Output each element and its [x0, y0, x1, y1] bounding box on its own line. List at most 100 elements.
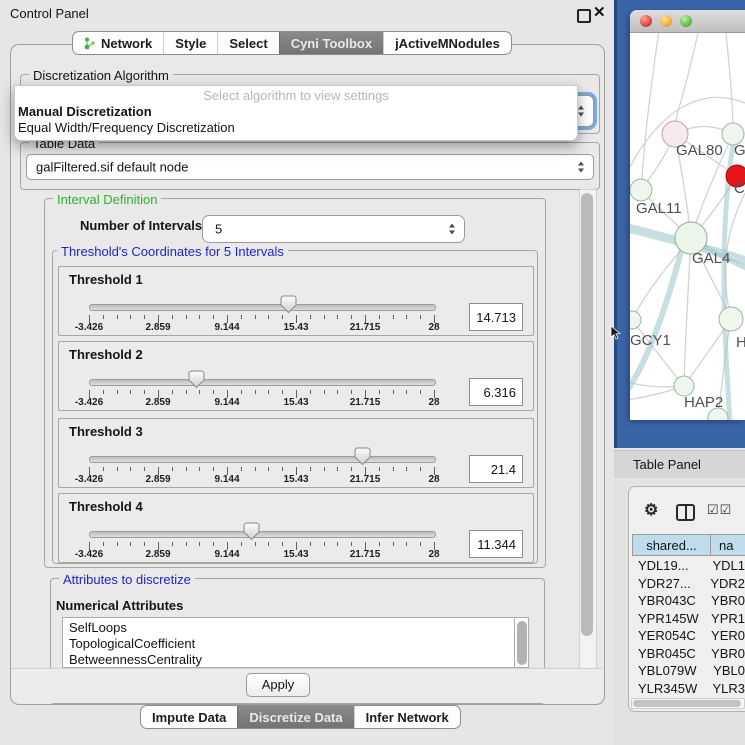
- slider-tick: [130, 542, 131, 546]
- attribute-item[interactable]: TopologicalCoefficient: [69, 636, 514, 652]
- node-h[interactable]: [719, 307, 743, 331]
- slider-handle[interactable]: [354, 447, 371, 466]
- attributes-scrollbar-thumb[interactable]: [517, 621, 527, 665]
- slider-tick: [199, 542, 200, 546]
- slider-tick: [186, 542, 187, 546]
- zoom-traffic-light-icon[interactable]: [680, 15, 692, 27]
- table-horizontal-scrollbar-thumb[interactable]: [633, 700, 741, 707]
- bottom-tab-bar: Impute Data Discretize Data Infer Network: [140, 705, 461, 729]
- tab-label: Discretize Data: [249, 710, 342, 725]
- cell-shared-name: YDR27...: [632, 576, 705, 591]
- apply-button[interactable]: Apply: [246, 673, 310, 697]
- network-canvas[interactable]: GAL80 G C GAL11 GAL4 GCY1 H HAP2: [630, 33, 745, 420]
- slider-tick: [103, 390, 104, 394]
- slider-tick-labels: -3.4262.8599.14415.4321.71528: [59, 397, 533, 408]
- tick-label: 28: [406, 322, 462, 333]
- tab-impute-data[interactable]: Impute Data: [141, 706, 237, 728]
- table-row[interactable]: YBL079WYBL0: [632, 662, 745, 680]
- threshold-value-field[interactable]: 11.344: [469, 530, 523, 558]
- table-row[interactable]: YDL19...YDL1: [632, 557, 745, 575]
- tick-label: 2.859: [130, 549, 186, 560]
- algorithm-popup: Select algorithm to view settings Manual…: [14, 85, 578, 141]
- tab-network[interactable]: Network: [73, 32, 163, 54]
- table-panel-title: Table Panel: [633, 457, 701, 472]
- network-window-titlebar[interactable]: [630, 10, 745, 33]
- slider-tick: [117, 315, 118, 319]
- slider-tick: [199, 467, 200, 471]
- tick-label: 2.859: [130, 322, 186, 333]
- threshold-3-panel: Threshold 3 -3.4262.8599.14415.4321.7152…: [58, 418, 534, 488]
- tab-discretize-data[interactable]: Discretize Data: [237, 706, 353, 728]
- threshold-value-field[interactable]: 21.4: [469, 455, 523, 483]
- slider-tick: [144, 315, 145, 319]
- table-row[interactable]: YLR345WYLR3: [632, 680, 745, 698]
- table-row[interactable]: YDR27...YDR2: [632, 575, 745, 593]
- attribute-item[interactable]: BetweennessCentrality: [69, 652, 514, 668]
- slider-tick: [282, 315, 283, 319]
- tab-style[interactable]: Style: [163, 32, 217, 54]
- table-row[interactable]: YER054CYER0: [632, 627, 745, 645]
- combo-stepper-icon: [577, 161, 586, 174]
- table-row[interactable]: YBR045CYBR0: [632, 645, 745, 663]
- mouse-cursor: [610, 325, 622, 341]
- slider-tick: [172, 542, 173, 546]
- slider-tick: [144, 467, 145, 471]
- attribute-item[interactable]: SelfLoops: [69, 620, 514, 636]
- node-label-partial-h: H: [736, 334, 745, 351]
- popup-option-equal-width-frequency[interactable]: Equal Width/Frequency Discretization: [18, 120, 235, 135]
- slider-tick: [406, 467, 407, 471]
- threshold-slider-track[interactable]: [89, 304, 436, 311]
- float-window-icon[interactable]: [577, 9, 591, 23]
- column-layout-icon[interactable]: [676, 504, 695, 521]
- threshold-value-field[interactable]: 6.316: [469, 378, 523, 406]
- tab-infer-network[interactable]: Infer Network: [354, 706, 460, 728]
- gear-icon[interactable]: ⚙: [644, 500, 658, 520]
- slider-tick: [130, 390, 131, 394]
- numerical-attributes-list[interactable]: SelfLoopsTopologicalCoefficientBetweenne…: [62, 617, 515, 668]
- threshold-slider-track[interactable]: [89, 456, 436, 463]
- cell-shared-name: YBR043C: [632, 593, 706, 608]
- slider-tick: [199, 390, 200, 394]
- threshold-slider-track[interactable]: [89, 379, 436, 386]
- slider-tick: [324, 542, 325, 546]
- checkboxes-icon[interactable]: ☑☑: [707, 502, 732, 518]
- slider-tick-labels: -3.4262.8599.14415.4321.71528: [59, 474, 533, 485]
- threshold-4-panel: Threshold 4 -3.4262.8599.14415.4321.7152…: [58, 493, 534, 563]
- threshold-label: Threshold 3: [69, 424, 143, 439]
- numerical-attributes-label: Numerical Attributes: [56, 598, 183, 613]
- node-gcy1[interactable]: [630, 311, 641, 329]
- slider-handle[interactable]: [188, 370, 205, 389]
- cell-shared-name: YDL19...: [632, 558, 707, 573]
- slider-handle[interactable]: [243, 522, 260, 541]
- column-header-shared[interactable]: shared...: [632, 534, 711, 556]
- slider-tick: [351, 315, 352, 319]
- popup-option-manual-discretization[interactable]: Manual Discretization: [18, 104, 152, 119]
- close-icon[interactable]: ✕: [593, 3, 606, 21]
- tick-label: -3.426: [61, 397, 117, 408]
- table-row[interactable]: YPR145WYPR1: [632, 610, 745, 628]
- tab-cyni-toolbox[interactable]: Cyni Toolbox: [279, 32, 383, 54]
- table-panel-titlebar: Table Panel: [614, 450, 745, 478]
- tick-label: 21.715: [337, 322, 393, 333]
- tick-label: -3.426: [61, 474, 117, 485]
- slider-handle[interactable]: [280, 295, 297, 314]
- panel-scrollbar-thumb[interactable]: [581, 193, 593, 636]
- number-of-intervals-combo[interactable]: 5: [202, 215, 465, 243]
- threshold-slider-track[interactable]: [89, 531, 436, 538]
- threshold-value-field[interactable]: 14.713: [469, 303, 523, 331]
- slider-tick: [337, 542, 338, 546]
- minimize-traffic-light-icon[interactable]: [660, 15, 672, 27]
- column-header-name[interactable]: na: [710, 534, 745, 556]
- tab-select[interactable]: Select: [217, 32, 278, 54]
- close-traffic-light-icon[interactable]: [640, 15, 652, 27]
- table-row[interactable]: YBR043CYBR0: [632, 592, 745, 610]
- node-gal11[interactable]: [630, 179, 652, 201]
- tab-jactivemnodules[interactable]: jActiveMNodules: [383, 32, 511, 54]
- table-data-combo[interactable]: galFiltered.sif default node: [26, 154, 594, 180]
- node-hap2[interactable]: [674, 376, 694, 396]
- tick-label: 9.144: [199, 549, 255, 560]
- slider-tick: [351, 467, 352, 471]
- interval-definition-label: Interval Definition: [53, 192, 161, 207]
- slider-tick: [130, 315, 131, 319]
- network-window[interactable]: GAL80 G C GAL11 GAL4 GCY1 H HAP2: [630, 10, 745, 420]
